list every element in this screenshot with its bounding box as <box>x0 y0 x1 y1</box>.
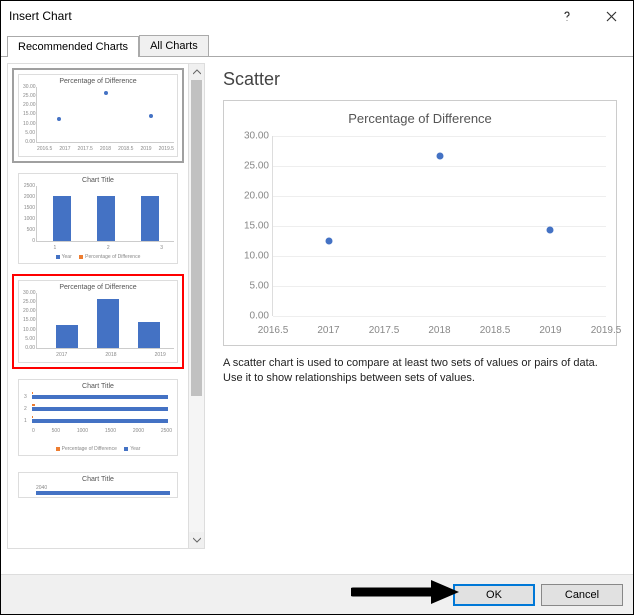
data-point <box>325 238 332 245</box>
chart-thumbnail-clustered-column[interactable]: Chart Title 25002000150010005000 123 <box>12 167 184 270</box>
mini-y-axis: 30.0025.0020.0015.0010.005.000.00 <box>23 290 35 351</box>
tab-recommended[interactable]: Recommended Charts <box>7 36 139 57</box>
chart-title: Percentage of Difference <box>234 111 606 126</box>
thumbnail-title: Chart Title <box>22 383 174 390</box>
mini-y-axis: 30.0025.0020.0015.0010.005.000.00 <box>23 84 35 145</box>
cancel-button[interactable]: Cancel <box>541 584 623 606</box>
mini-y-axis: 25002000150010005000 <box>23 183 35 244</box>
chart-thumbnail-partial[interactable]: Chart Title 2040 <box>12 466 184 504</box>
mini-x-axis: 123 <box>37 245 174 251</box>
mini-x-axis: 201720182019 <box>37 352 174 358</box>
scroll-thumb[interactable] <box>191 80 202 396</box>
chart-thumbnail-scatter[interactable]: Percentage of Difference 30.0025.0020.00… <box>12 68 184 163</box>
thumbnail-legend: Year Percentage of Difference <box>22 254 174 260</box>
data-point <box>547 227 554 234</box>
window-title: Insert Chart <box>9 9 545 23</box>
thumbnail-legend: Percentage of Difference Year <box>22 446 174 452</box>
chart-preview[interactable]: Percentage of Difference 30.00 25.00 20.… <box>223 100 617 346</box>
dialog-content: Percentage of Difference 30.0025.0020.00… <box>1 57 633 555</box>
chart-thumbnail-bar[interactable]: Chart Title 3 2 1 <box>12 373 184 462</box>
tab-bar: Recommended Charts All Charts <box>1 31 633 57</box>
chart-plot-area: 30.00 25.00 20.00 15.00 10.00 5.00 0.00 … <box>272 136 606 316</box>
thumbnail-title: Percentage of Difference <box>22 284 174 291</box>
dialog-footer: OK Cancel <box>1 574 633 614</box>
chart-description: A scatter chart is used to compare at le… <box>223 356 617 387</box>
title-bar: Insert Chart <box>1 1 633 31</box>
recommendation-sidebar: Percentage of Difference 30.0025.0020.00… <box>1 57 207 555</box>
ok-button[interactable]: OK <box>453 584 535 606</box>
scroll-down-button[interactable] <box>189 532 204 548</box>
thumbnail-title: Percentage of Difference <box>22 78 174 85</box>
mini-x-axis: 2016.520172017.520182018.520192019.5 <box>37 146 174 152</box>
thumbnail-title: Chart Title <box>22 476 174 483</box>
chart-preview-panel: Scatter Percentage of Difference 30.00 2… <box>207 57 633 555</box>
thumbnail-scrollbar[interactable] <box>189 63 205 549</box>
scroll-track[interactable] <box>189 80 204 532</box>
help-button[interactable] <box>545 1 589 31</box>
chart-thumbnail-column[interactable]: Percentage of Difference 30.0025.0020.00… <box>12 274 184 369</box>
scroll-up-button[interactable] <box>189 64 204 80</box>
data-point <box>436 153 443 160</box>
close-button[interactable] <box>589 1 633 31</box>
thumbnail-list: Percentage of Difference 30.0025.0020.00… <box>7 63 189 549</box>
tab-all-charts[interactable]: All Charts <box>139 35 209 56</box>
thumbnail-title: Chart Title <box>22 177 174 184</box>
chart-type-heading: Scatter <box>223 69 617 90</box>
